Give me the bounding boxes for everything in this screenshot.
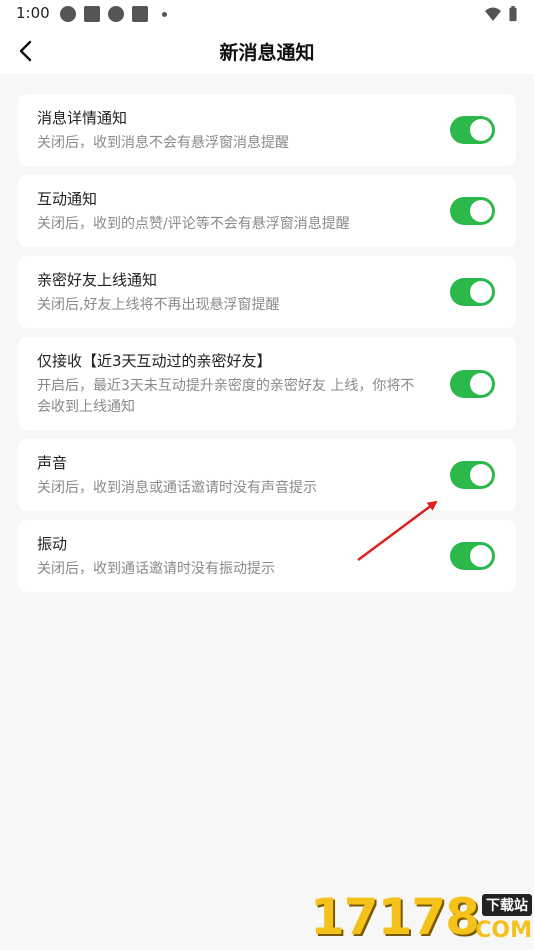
setting-vibration: 振动 关闭后，收到通话邀请时没有振动提示 <box>18 520 516 592</box>
toggle-knob <box>470 545 492 567</box>
toggle-knob <box>470 200 492 222</box>
setting-description: 开启后，最近3天未互动提升亲密度的亲密好友 上线，你将不会收到上线通知 <box>37 378 415 415</box>
toggle-knob <box>470 119 492 141</box>
interaction-toggle[interactable] <box>450 197 495 225</box>
setting-title: 亲密好友上线通知 <box>37 271 158 289</box>
square-notification-icon <box>84 6 100 22</box>
toggle-knob <box>470 372 492 395</box>
page-title: 新消息通知 <box>219 42 315 64</box>
setting-description: 关闭后，收到的点赞/评论等不会有悬浮窗消息提醒 <box>37 216 350 232</box>
toggle-knob <box>470 464 492 486</box>
vibration-toggle[interactable] <box>450 542 495 570</box>
more-dot-icon <box>162 12 167 17</box>
battery-icon <box>509 6 517 22</box>
app-notification-icon <box>60 6 76 22</box>
app-bar: 新消息通知 <box>0 28 534 74</box>
toggle-knob <box>470 281 492 303</box>
setting-recent-friends-only: 仅接收【近3天互动过的亲密好友】 开启后，最近3天未互动提升亲密度的亲密好友 上… <box>18 337 516 430</box>
setting-description: 关闭后，收到通话邀请时没有振动提示 <box>37 561 275 577</box>
square-notification-icon <box>132 6 148 22</box>
watermark-badge: 下载站 <box>482 894 532 916</box>
setting-title: 消息详情通知 <box>37 109 128 127</box>
sound-toggle[interactable] <box>450 461 495 489</box>
status-bar: 1:00 <box>0 0 534 28</box>
message-detail-toggle[interactable] <box>450 116 495 144</box>
app-notification-icon <box>108 6 124 22</box>
watermark-suffix: COM <box>475 918 532 943</box>
setting-description: 关闭后，收到消息不会有悬浮窗消息提醒 <box>37 135 289 151</box>
status-time: 1:00 <box>16 4 50 22</box>
setting-title: 振动 <box>37 535 68 553</box>
setting-interaction: 互动通知 关闭后，收到的点赞/评论等不会有悬浮窗消息提醒 <box>18 175 516 247</box>
setting-message-detail: 消息详情通知 关闭后，收到消息不会有悬浮窗消息提醒 <box>18 94 516 166</box>
setting-title: 仅接收【近3天互动过的亲密好友】 <box>37 352 272 370</box>
setting-description: 关闭后,好友上线将不再出现悬浮窗提醒 <box>37 297 280 313</box>
setting-close-friend-online: 亲密好友上线通知 关闭后,好友上线将不再出现悬浮窗提醒 <box>18 256 516 328</box>
watermark-number: 17178 <box>310 888 480 946</box>
close-friend-online-toggle[interactable] <box>450 278 495 306</box>
settings-list: 消息详情通知 关闭后，收到消息不会有悬浮窗消息提醒 互动通知 关闭后，收到的点赞… <box>18 94 516 601</box>
setting-description: 关闭后，收到消息或通话邀请时没有声音提示 <box>37 480 317 496</box>
recent-friends-only-toggle[interactable] <box>450 369 495 398</box>
setting-sound: 声音 关闭后，收到消息或通话邀请时没有声音提示 <box>18 439 516 511</box>
site-watermark-logo: 17178 下载站 COM <box>310 888 534 950</box>
wifi-icon <box>485 7 501 21</box>
setting-title: 互动通知 <box>37 190 98 208</box>
setting-title: 声音 <box>37 454 68 472</box>
